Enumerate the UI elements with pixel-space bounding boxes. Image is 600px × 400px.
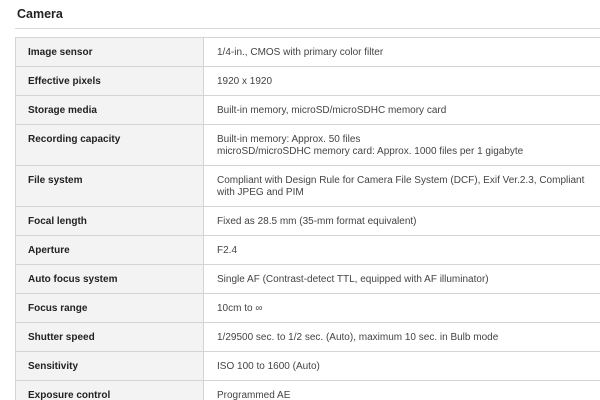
spec-label: Recording capacity	[15, 124, 204, 166]
spec-value: F2.4	[203, 235, 600, 265]
spec-value: Single AF (Contrast-detect TTL, equipped…	[203, 264, 600, 294]
spec-value: Built-in memory, microSD/microSDHC memor…	[203, 95, 600, 125]
spec-value: ISO 100 to 1600 (Auto)	[203, 351, 600, 381]
spec-value-line: Fixed as 28.5 mm (35-mm format equivalen…	[217, 216, 417, 227]
spec-label: Focal length	[15, 206, 204, 236]
spec-label: Effective pixels	[15, 66, 204, 96]
spec-label: Image sensor	[15, 37, 204, 67]
spec-value-line: F2.4	[217, 245, 238, 256]
spec-label: Aperture	[15, 235, 204, 265]
spec-value: Compliant with Design Rule for Camera Fi…	[203, 165, 600, 207]
spec-label: Shutter speed	[15, 322, 204, 352]
spec-value: Fixed as 28.5 mm (35-mm format equivalen…	[203, 206, 600, 236]
table-row: Storage media Built-in memory, microSD/mi…	[15, 95, 600, 125]
spec-label: Storage media	[15, 95, 204, 125]
spec-value-line: microSD/microSDHC memory card: Approx. 1…	[217, 146, 524, 157]
title-divider	[15, 28, 600, 29]
table-row: Aperture F2.4	[15, 235, 600, 265]
spec-value: 10cm to ∞	[203, 293, 600, 323]
spec-page: Camera Image sensor 1/4-in., CMOS with pr…	[0, 0, 600, 400]
spec-value-line: 10cm to ∞	[217, 303, 263, 314]
table-row: Recording capacity Built-in memory: Appro…	[15, 124, 600, 166]
spec-value: Programmed AE	[203, 380, 600, 400]
spec-label: Sensitivity	[15, 351, 204, 381]
spec-value-line: 1/29500 sec. to 1/2 sec. (Auto), maximum…	[217, 332, 499, 343]
spec-value: 1/29500 sec. to 1/2 sec. (Auto), maximum…	[203, 322, 600, 352]
spec-value-line: Built-in memory: Approx. 50 files	[217, 134, 361, 145]
spec-value: Built-in memory: Approx. 50 files microSD…	[203, 124, 600, 166]
spec-table: Image sensor 1/4-in., CMOS with primary c…	[15, 37, 600, 400]
spec-label: File system	[15, 165, 204, 207]
table-row: File system Compliant with Design Rule fo…	[15, 165, 600, 207]
spec-label: Exposure control	[15, 380, 204, 400]
spec-value-line: Built-in memory, microSD/microSDHC memor…	[217, 105, 447, 116]
section-title: Camera	[17, 7, 63, 21]
spec-label: Auto focus system	[15, 264, 204, 294]
table-row: Image sensor 1/4-in., CMOS with primary c…	[15, 37, 600, 67]
table-row: Shutter speed 1/29500 sec. to 1/2 sec. (A…	[15, 322, 600, 352]
spec-label: Focus range	[15, 293, 204, 323]
spec-value-line: Programmed AE	[217, 390, 291, 400]
spec-value-line: Compliant with Design Rule for Camera Fi…	[217, 175, 585, 198]
spec-value-line: Single AF (Contrast-detect TTL, equipped…	[217, 274, 489, 285]
spec-value-line: 1/4-in., CMOS with primary color filter	[217, 47, 384, 58]
table-row: Effective pixels 1920 x 1920	[15, 66, 600, 96]
table-row: Focus range 10cm to ∞	[15, 293, 600, 323]
table-row: Exposure control Programmed AE	[15, 380, 600, 400]
spec-value-line: ISO 100 to 1600 (Auto)	[217, 361, 320, 372]
table-row: Focal length Fixed as 28.5 mm (35-mm form…	[15, 206, 600, 236]
spec-table-body: Image sensor 1/4-in., CMOS with primary c…	[15, 37, 600, 400]
table-row: Auto focus system Single AF (Contrast-det…	[15, 264, 600, 294]
spec-value-line: 1920 x 1920	[217, 76, 273, 87]
spec-value: 1/4-in., CMOS with primary color filter	[203, 37, 600, 67]
table-row: Sensitivity ISO 100 to 1600 (Auto)	[15, 351, 600, 381]
spec-value: 1920 x 1920	[203, 66, 600, 96]
